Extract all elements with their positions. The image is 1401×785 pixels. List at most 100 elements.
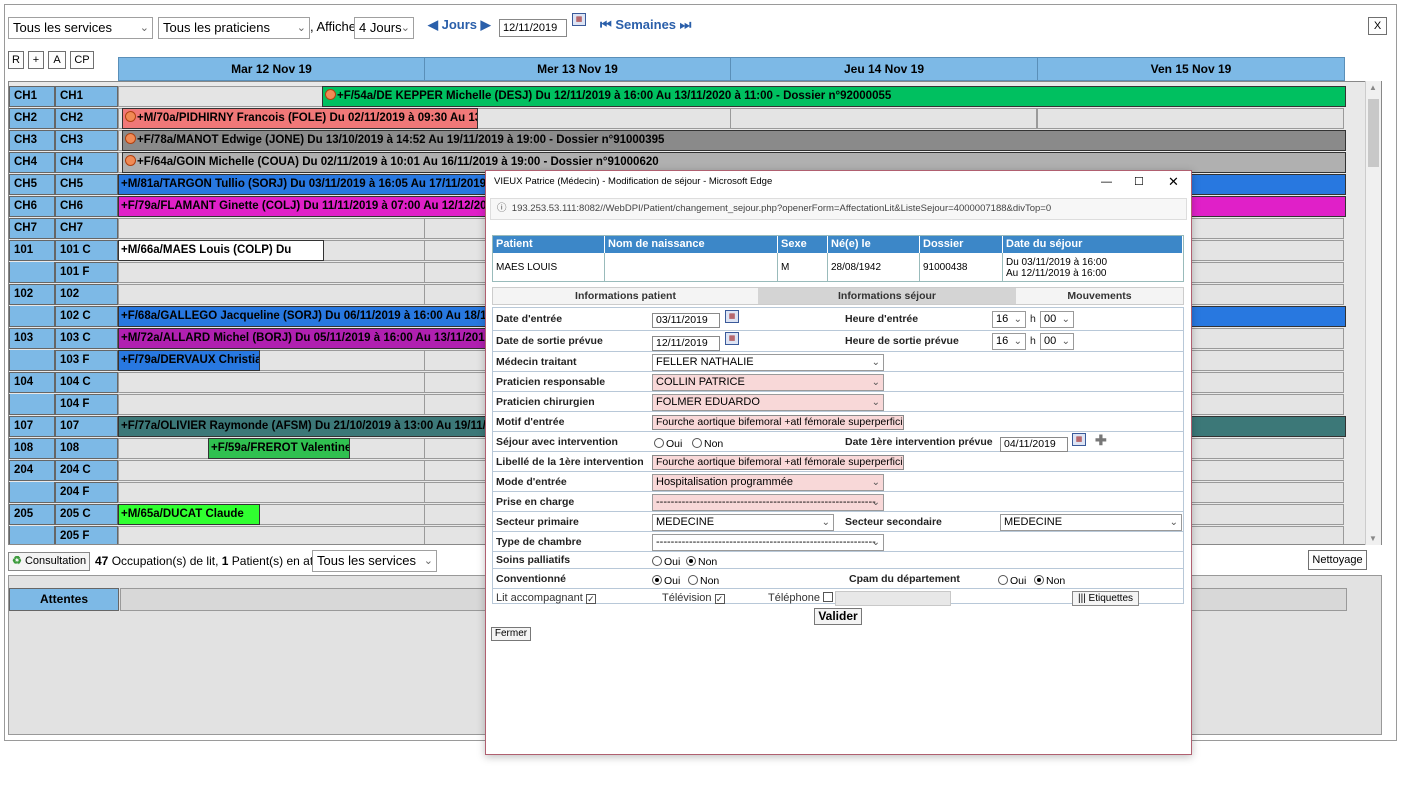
radio-checked-icon[interactable] <box>686 556 696 566</box>
semaines-link[interactable]: Semaines <box>615 17 676 32</box>
television-checkbox[interactable]: Télévision ✓ <box>662 592 725 604</box>
jours-nav[interactable]: ◀ Jours ▶ <box>428 17 491 33</box>
fermer-button[interactable]: Fermer <box>491 627 531 641</box>
bed-day-cell[interactable] <box>118 394 425 415</box>
date-entree-input[interactable]: 03/11/2019 <box>652 313 720 328</box>
cp-button[interactable]: CP <box>70 51 94 69</box>
soins-non-radio[interactable]: Non <box>686 554 717 568</box>
bed-day-cell[interactable] <box>118 372 425 393</box>
bed-day-cell[interactable] <box>1037 108 1344 129</box>
stay-bar[interactable]: +M/65a/DUCAT Claude <box>118 504 260 525</box>
a-button[interactable]: A <box>48 51 66 69</box>
date-input[interactable]: 12/11/2019 <box>499 19 567 37</box>
stay-bar[interactable]: +M/70a/PIDHIRNY Francois (FOLE) Du 02/11… <box>122 108 478 129</box>
praticien-chir-select[interactable]: FOLMER EDUARDO ⌄ <box>652 394 884 411</box>
motif-input[interactable]: Fourche aortique bifemoral +atl fémorale… <box>652 415 904 430</box>
radio-checked-icon[interactable] <box>652 575 662 585</box>
last-arrow-icon[interactable]: ⏭ <box>680 17 692 32</box>
radio-icon[interactable] <box>654 438 664 448</box>
scroll-down-icon[interactable]: ▼ <box>1369 534 1377 543</box>
calendar-icon[interactable]: ▦ <box>725 310 739 323</box>
praticien-select[interactable]: Tous les praticiens ⌄ <box>158 17 310 39</box>
tab-mouvements[interactable]: Mouvements <box>1016 288 1183 304</box>
close-button[interactable]: X <box>1368 17 1387 35</box>
stay-bar[interactable]: +F/59a/FREROT Valentine <box>208 438 350 459</box>
footer-service-select[interactable]: Tous les services ⌄ <box>312 550 437 572</box>
vertical-scrollbar[interactable]: ▲ ▼ <box>1365 81 1381 545</box>
secteur-sec-select[interactable]: MEDECINE ⌄ <box>1000 514 1182 531</box>
conv-non-radio[interactable]: Non <box>688 573 719 587</box>
heure-sortie-minute-select[interactable]: 00 ⌄ <box>1040 333 1074 350</box>
checkbox-icon[interactable] <box>823 592 833 602</box>
checkbox-checked-icon[interactable]: ✓ <box>585 594 596 604</box>
radio-checked-icon[interactable] <box>1034 575 1044 585</box>
libelle-input[interactable]: Fourche aortique bifemoral +atl fémorale… <box>652 455 904 470</box>
heure-entree-minute-select[interactable]: 00 ⌄ <box>1040 311 1074 328</box>
conv-oui-radio[interactable]: Oui <box>652 573 680 587</box>
checkbox-checked-icon[interactable]: ✓ <box>714 594 725 604</box>
r-button[interactable]: R <box>8 51 24 69</box>
cpam-non-radio[interactable]: Non <box>1034 573 1065 587</box>
stay-bar[interactable]: +M/66a/MAES Louis (COLP) Du <box>118 240 324 261</box>
telephone-checkbox[interactable]: Téléphone <box>768 592 833 604</box>
heure-entree-hour-select[interactable]: 16 ⌄ <box>992 311 1026 328</box>
minimize-icon[interactable]: — <box>1101 171 1112 193</box>
valider-button[interactable]: Valider <box>814 608 862 625</box>
maximize-icon[interactable]: ☐ <box>1134 171 1144 193</box>
stay-bar[interactable]: +M/72a/ALLARD Michel (BORJ) Du 05/11/201… <box>118 328 488 349</box>
plus-button[interactable]: + <box>28 51 44 69</box>
radio-icon[interactable] <box>998 575 1008 585</box>
close-icon[interactable]: ✕ <box>1168 171 1179 193</box>
bed-day-cell[interactable] <box>118 482 425 503</box>
next-arrow-icon[interactable]: ▶ <box>481 17 491 32</box>
consultation-button[interactable]: ♻ Consultation <box>8 552 91 571</box>
lit-accompagnant-checkbox[interactable]: Lit accompagnant ✓ <box>496 592 596 604</box>
bed-day-cell[interactable] <box>118 284 425 305</box>
date-interv-input[interactable]: 04/11/2019 <box>1000 437 1068 452</box>
jours-link[interactable]: Jours <box>442 17 477 32</box>
mode-select[interactable]: Hospitalisation programmée ⌄ <box>652 474 884 491</box>
radio-icon[interactable] <box>688 575 698 585</box>
scrollbar-thumb[interactable] <box>1368 99 1379 167</box>
jours-count-select[interactable]: 4 Jours ⌄ <box>354 17 414 39</box>
heure-sortie-hour-select[interactable]: 16 ⌄ <box>992 333 1026 350</box>
medecin-select[interactable]: FELLER NATHALIE ⌄ <box>652 354 884 371</box>
semaines-nav[interactable]: ⏮ Semaines ⏭ <box>600 17 691 33</box>
prise-select[interactable]: ----------------------------------------… <box>652 494 884 511</box>
bed-label: CH3 <box>55 130 118 151</box>
address-bar[interactable]: ⓘ 193.253.53.111:8082//WebDPI/Patient/ch… <box>490 198 1187 220</box>
stay-bar[interactable]: +F/78a/MANOT Edwige (JONE) Du 13/10/2019… <box>122 130 1346 151</box>
bed-label: 108 <box>55 438 118 459</box>
interv-non-radio[interactable]: Non <box>692 436 723 450</box>
scroll-up-icon[interactable]: ▲ <box>1369 83 1377 92</box>
cpam-oui-radio[interactable]: Oui <box>998 573 1026 587</box>
stay-bar[interactable]: +F/54a/DE KEPPER Michelle (DESJ) Du 12/1… <box>322 86 1346 107</box>
interv-oui-radio[interactable]: Oui <box>654 436 682 450</box>
tab-informations-patient[interactable]: Informations patient <box>493 288 758 304</box>
calendar-icon[interactable]: ▦ <box>725 332 739 345</box>
bed-day-cell[interactable] <box>118 526 425 544</box>
soins-oui-radio[interactable]: Oui <box>652 554 680 568</box>
type-chambre-select[interactable]: ----------------------------------------… <box>652 534 884 551</box>
lit-acc-label: Lit accompagnant <box>496 592 583 604</box>
bed-day-cell[interactable] <box>118 218 425 239</box>
bed-day-cell[interactable] <box>118 262 425 283</box>
radio-icon[interactable] <box>692 438 702 448</box>
radio-icon[interactable] <box>652 556 662 566</box>
first-arrow-icon[interactable]: ⏮ <box>600 17 612 32</box>
secteur-prim-select[interactable]: MEDECINE ⌄ <box>652 514 834 531</box>
chevron-down-icon: ⌄ <box>871 397 880 408</box>
bed-day-cell[interactable] <box>118 460 425 481</box>
calendar-icon[interactable]: ▦ <box>1072 433 1086 446</box>
bed-day-cell[interactable] <box>730 108 1037 129</box>
calendar-icon[interactable]: ▦ <box>572 13 586 26</box>
date-sortie-input[interactable]: 12/11/2019 <box>652 336 720 351</box>
praticien-resp-select[interactable]: COLLIN PATRICE ⌄ <box>652 374 884 391</box>
nettoyage-button[interactable]: Nettoyage <box>1308 550 1367 570</box>
tab-informations-sejour[interactable]: Informations séjour <box>758 288 1016 304</box>
stay-bar[interactable]: +F/79a/DERVAUX Christiane <box>118 350 260 371</box>
add-intervention-icon[interactable]: ✚ <box>1095 432 1107 449</box>
service-select[interactable]: Tous les services ⌄ <box>8 17 153 39</box>
prev-arrow-icon[interactable]: ◀ <box>428 17 438 32</box>
etiquettes-button[interactable]: ||| Etiquettes <box>1072 591 1139 606</box>
